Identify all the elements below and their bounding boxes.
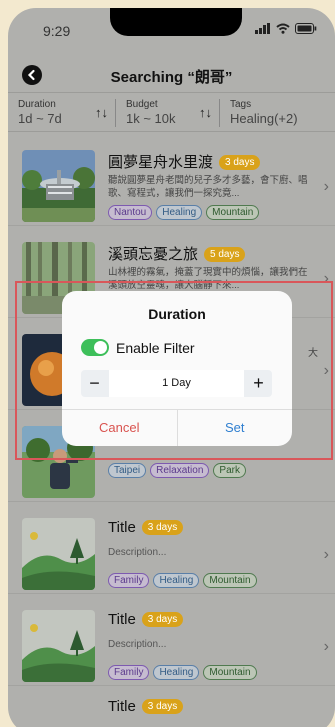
filter-budget[interactable]: Budget 1k ~ 10k ↑↓	[116, 93, 220, 131]
list-item[interactable]: Title 3 days Description... Family Healin…	[8, 502, 335, 594]
sort-icon[interactable]: ↑↓	[199, 105, 212, 120]
tag: Park	[213, 463, 246, 478]
sort-icon[interactable]: ↑↓	[95, 105, 108, 120]
notch	[110, 8, 242, 36]
duration-stepper: − 1 Day +	[81, 370, 272, 397]
decrement-button[interactable]: −	[81, 370, 108, 397]
tag: Healing	[153, 573, 200, 588]
toggle-knob	[94, 341, 107, 354]
duration-badge: 3 days	[141, 612, 184, 627]
tag: Mountain	[203, 573, 257, 588]
duration-badge: 3 days	[219, 155, 261, 170]
set-button[interactable]: Set	[178, 410, 293, 446]
chevron-right-icon: ›	[323, 638, 329, 655]
filter-label: Tags	[230, 99, 252, 110]
duration-badge: 3 days	[141, 699, 184, 714]
thumbnail-image	[22, 610, 95, 682]
thumbnail-image	[22, 518, 95, 590]
tag: Nantou	[108, 205, 153, 220]
tag: Family	[108, 665, 150, 680]
tag: Healing	[156, 205, 203, 220]
item-title: Title 3 days	[108, 611, 184, 628]
filter-bar: Duration 1d ~ 7d ↑↓ Budget 1k ~ 10k ↑↓ T…	[8, 92, 335, 132]
signal-icon	[255, 23, 270, 34]
tag: Relaxation	[150, 463, 210, 478]
item-title: Title 3 days	[108, 698, 184, 715]
filter-tags[interactable]: Tags Healing(+2)	[220, 93, 335, 131]
battery-icon	[295, 23, 317, 34]
tag-list: Family Healing Mountain	[108, 573, 257, 588]
tag-list: Family Healing Mountain	[108, 665, 257, 680]
toggle-label: Enable Filter	[116, 340, 195, 356]
duration-badge: 5 days	[204, 247, 246, 262]
tag: Mountain	[203, 665, 257, 680]
tag: Mountain	[206, 205, 260, 220]
tag-list: Taipei Relaxation Park	[108, 463, 246, 478]
status-time: 9:29	[43, 23, 71, 39]
filter-value: Healing(+2)	[230, 111, 298, 126]
increment-button[interactable]: +	[245, 370, 272, 397]
stepper-value: 1 Day	[109, 370, 244, 397]
item-description: Description...	[108, 639, 167, 650]
duration-badge: 3 days	[141, 520, 184, 535]
enable-filter-toggle[interactable]	[81, 339, 109, 356]
page-title: Searching “朗哥”	[110, 69, 233, 86]
list-item[interactable]: 圓夢星舟水里渡 3 days 聽說圓夢星舟老闆的兒子多才多藝，會下廚、唱歌、寫程式…	[8, 134, 335, 226]
item-title: 圓夢星舟水里渡 3 days	[108, 151, 261, 172]
thumbnail-image	[22, 150, 95, 222]
wifi-icon	[276, 23, 290, 34]
filter-duration[interactable]: Duration 1d ~ 7d ↑↓	[8, 93, 116, 131]
status-icons	[255, 23, 317, 34]
list-item[interactable]: Title 3 days	[8, 686, 335, 726]
cancel-button[interactable]: Cancel	[62, 410, 178, 446]
tag: Taipei	[108, 463, 147, 478]
item-title: Title 3 days	[108, 519, 184, 536]
duration-dialog: Duration Enable Filter − 1 Day + Cancel …	[62, 291, 292, 446]
tag: Family	[108, 573, 150, 588]
list-item[interactable]: Title 3 days Description... Family Healin…	[8, 594, 335, 686]
top-nav: Searching “朗哥”	[8, 56, 335, 92]
chevron-right-icon: ›	[323, 178, 329, 195]
status-bar: 9:29	[8, 8, 335, 52]
dialog-title: Duration	[148, 306, 206, 322]
chevron-right-icon: ›	[323, 546, 329, 563]
tag-list: Nantou Healing Mountain	[108, 205, 260, 220]
item-description: Description...	[108, 547, 167, 558]
tag: Healing	[153, 665, 200, 680]
dialog-actions: Cancel Set	[62, 409, 292, 446]
item-title: 溪頭忘憂之旅 5 days	[108, 243, 246, 264]
item-description: 聽說圓夢星舟老闆的兒子多才多藝，會下廚、唱歌、寫程式，讓我們一探究竟...	[108, 175, 308, 199]
